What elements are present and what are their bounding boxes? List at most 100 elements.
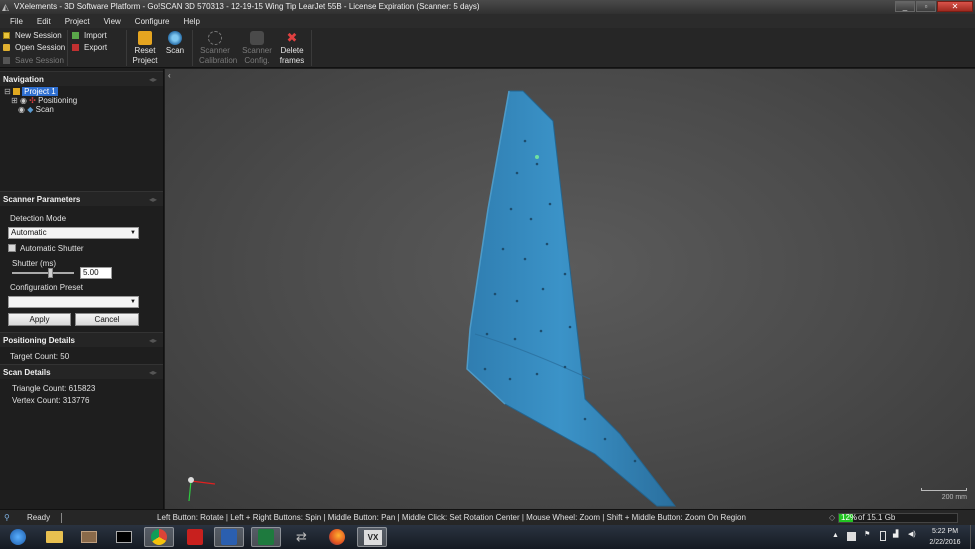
navigation-header[interactable]: Navigation ◂▸: [0, 71, 163, 86]
import-export-group: Import Export: [72, 29, 107, 54]
positioning-details-header[interactable]: Positioning Details ◂▸: [0, 332, 163, 347]
3d-viewport[interactable]: ‹ 200 mm: [165, 69, 975, 509]
network-icon[interactable]: ▟: [893, 530, 898, 538]
menu-bar: File Edit Project View Configure Help: [0, 14, 975, 28]
minimize-button[interactable]: _: [895, 1, 915, 12]
open-session-button[interactable]: Open Session: [3, 42, 65, 55]
save-session-button[interactable]: Save Session: [3, 54, 65, 67]
taskbar-terminal[interactable]: [109, 527, 139, 547]
targets-icon: ✣: [29, 96, 36, 105]
scan-details-header[interactable]: Scan Details ◂▸: [0, 364, 163, 379]
taskbar-sync[interactable]: ⇄: [288, 527, 318, 547]
menu-project[interactable]: Project: [58, 17, 97, 26]
windows-flag-icon[interactable]: [847, 532, 856, 541]
window-controls: _ ▫ ✕: [894, 1, 973, 13]
panel-pin-icon[interactable]: ◂▸: [149, 365, 157, 380]
export-button[interactable]: Export: [72, 42, 107, 55]
shutter-slider[interactable]: [12, 272, 74, 274]
taskbar-acrobat[interactable]: [180, 527, 210, 547]
panel-pin-icon[interactable]: ◂▸: [149, 192, 157, 207]
toolbar-separator: [126, 30, 127, 66]
automatic-shutter-label: Automatic Shutter: [20, 244, 84, 253]
import-icon: [72, 31, 79, 39]
taskbar-excel[interactable]: [251, 527, 281, 547]
toolbar-separator: [67, 30, 68, 66]
new-session-button[interactable]: New Session: [3, 29, 65, 42]
tree-item-scan[interactable]: ◉ ◆ Scan: [18, 105, 54, 115]
status-bar: ⚲ Ready Left Button: Rotate | Left + Rig…: [0, 509, 975, 525]
menu-configure[interactable]: Configure: [128, 17, 177, 26]
panel-pin-icon[interactable]: ◂▸: [149, 72, 157, 87]
taskbar-chrome[interactable]: [144, 527, 174, 547]
status-ready: Ready: [27, 513, 51, 522]
collapse-icon[interactable]: ⊟: [4, 87, 11, 96]
reset-project-button[interactable]: Reset Project: [130, 30, 160, 66]
session-group: New Session Open Session Save Session: [3, 29, 65, 67]
reset-project-icon: [138, 31, 152, 45]
taskbar-vxelements[interactable]: VX: [357, 527, 387, 547]
cancel-button[interactable]: Cancel: [75, 313, 139, 326]
import-button[interactable]: Import: [72, 29, 107, 42]
scanner-icon: [168, 31, 182, 45]
menu-edit[interactable]: Edit: [30, 17, 58, 26]
shutter-slider-thumb[interactable]: [48, 268, 54, 278]
save-icon: [3, 56, 10, 64]
scanner-config-button[interactable]: Scanner Config.: [242, 30, 272, 66]
start-button[interactable]: [3, 527, 33, 547]
taskbar-word[interactable]: [214, 527, 244, 547]
scanner-parameters-header[interactable]: Scanner Parameters ◂▸: [0, 191, 163, 206]
delete-frames-button[interactable]: ✖ Delete frames: [277, 30, 307, 66]
maximize-button[interactable]: ▫: [916, 1, 936, 12]
memory-percent: 12%: [841, 513, 858, 522]
expand-icon[interactable]: ⊞: [11, 96, 18, 105]
clock-time: 5:22 PM: [931, 528, 959, 535]
word-icon: [221, 529, 237, 545]
project-check-icon[interactable]: [12, 88, 20, 95]
acrobat-icon: [187, 529, 203, 545]
folder-icon: [46, 531, 63, 543]
apply-button[interactable]: Apply: [8, 313, 71, 326]
windows-taskbar: ⇄ VX ▲ ⚑ ▟ ◀) 5:22 PM 2/22/2016: [0, 525, 975, 549]
clock[interactable]: 5:22 PM 2/22/2016: [927, 525, 963, 549]
menu-view[interactable]: View: [97, 17, 128, 26]
panel-pin-icon[interactable]: ◂▸: [149, 333, 157, 348]
vertex-count: Vertex Count: 313776: [12, 396, 90, 405]
vxelements-app-icon[interactable]: ◭: [2, 2, 12, 12]
chrome-icon: [151, 529, 167, 545]
scanner-config-icon: [250, 31, 264, 45]
scanner-calibration-button[interactable]: Scanner Calibration: [199, 30, 237, 66]
vxelements-icon: VX: [364, 530, 382, 545]
status-app-icon: ⚲: [4, 513, 10, 522]
battery-icon[interactable]: [880, 531, 886, 541]
detection-mode-select[interactable]: Automatic ▼: [8, 227, 139, 239]
scan-button[interactable]: Scan: [160, 30, 190, 56]
taskbar-explorer[interactable]: [39, 527, 69, 547]
automatic-shutter-checkbox[interactable]: [8, 244, 16, 252]
menu-help[interactable]: Help: [176, 17, 206, 26]
visibility-eye-icon[interactable]: ◉: [20, 96, 27, 105]
configuration-preset-select[interactable]: ▼: [8, 296, 139, 308]
show-desktop-button[interactable]: [970, 525, 975, 549]
action-center-flag-icon[interactable]: ⚑: [864, 530, 870, 538]
volume-icon[interactable]: ◀): [908, 530, 916, 538]
tray-overflow-icon[interactable]: ▲: [832, 532, 839, 539]
shutter-value-field[interactable]: 5.00: [80, 267, 112, 279]
close-button[interactable]: ✕: [937, 1, 973, 12]
toolbar: New Session Open Session Save Session Im…: [0, 28, 975, 68]
memory-icon: ◇: [829, 513, 836, 522]
visibility-eye-icon[interactable]: ◉: [18, 105, 25, 114]
clock-date: 2/22/2016: [929, 539, 961, 546]
detection-mode-label: Detection Mode: [10, 214, 67, 223]
terminal-icon: [116, 531, 132, 543]
delete-frames-icon: ✖: [286, 30, 298, 45]
taskbar-firefox[interactable]: [322, 527, 352, 547]
shutter-label: Shutter (ms): [12, 259, 57, 268]
memory-total: of 15.1 Gb: [858, 513, 896, 522]
mouse-hints: Left Button: Rotate | Left + Right Butto…: [157, 513, 746, 522]
memory-meter: 12% of 15.1 Gb: [838, 513, 958, 523]
taskbar-app-generic[interactable]: [74, 527, 104, 547]
scan-model-canvas[interactable]: [165, 69, 975, 509]
menu-file[interactable]: File: [3, 17, 30, 26]
toolbar-separator: [192, 30, 193, 66]
title-bar: ◭ VXelements - 3D Software Platform - Go…: [0, 0, 975, 14]
